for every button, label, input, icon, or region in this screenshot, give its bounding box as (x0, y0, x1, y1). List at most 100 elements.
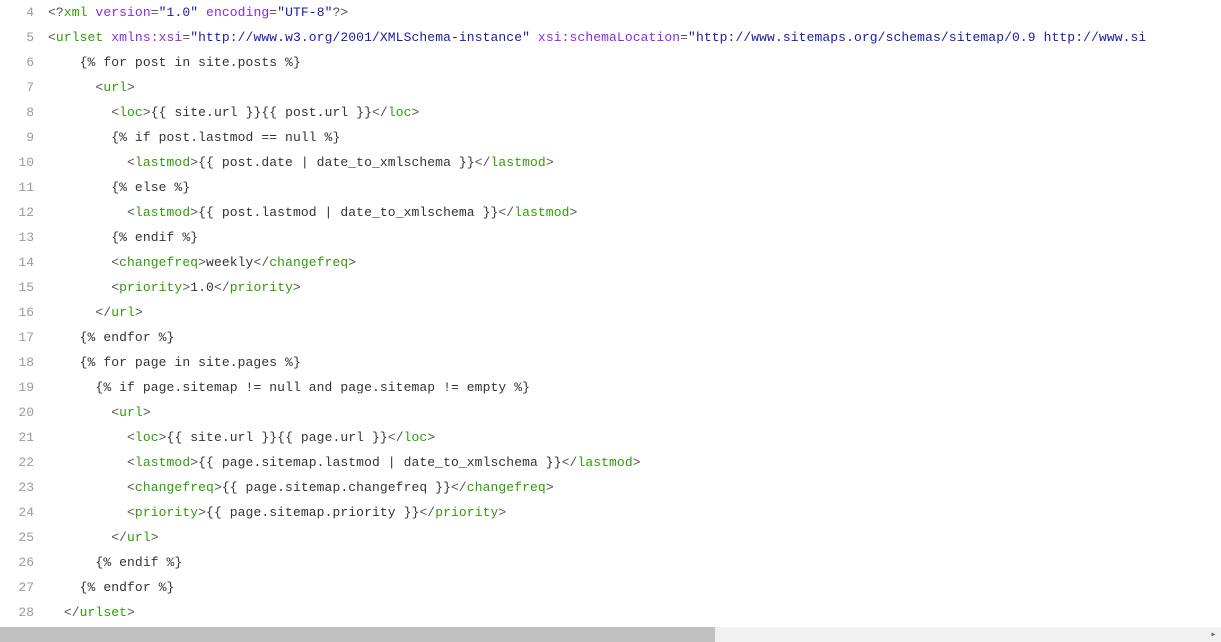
token-punc: < (127, 205, 135, 220)
line-number: 24 (0, 500, 48, 525)
code-line[interactable]: 14 <changefreq>weekly</changefreq> (0, 250, 1206, 275)
code-line[interactable]: 25 </url> (0, 525, 1206, 550)
token-punc: </ (498, 205, 514, 220)
token-punc: > (633, 455, 641, 470)
horizontal-scrollbar-thumb[interactable] (0, 627, 715, 642)
code-content[interactable]: {% for page in site.pages %} (48, 350, 1206, 375)
code-line[interactable]: 26 {% endif %} (0, 550, 1206, 575)
code-line[interactable]: 18 {% for page in site.pages %} (0, 350, 1206, 375)
code-content[interactable]: <urlset xmlns:xsi="http://www.w3.org/200… (48, 25, 1206, 50)
code-content[interactable]: <?xml version="1.0" encoding="UTF-8"?> (48, 0, 1206, 25)
token-text: {% else %} (111, 180, 190, 195)
code-line[interactable]: 28 </urlset> (0, 600, 1206, 625)
scroll-right-arrow-icon[interactable]: ▸ (1206, 627, 1221, 642)
indent (48, 430, 127, 445)
code-content[interactable]: {% else %} (48, 175, 1206, 200)
code-content[interactable]: </url> (48, 300, 1206, 325)
line-number: 4 (0, 0, 48, 25)
line-number: 22 (0, 450, 48, 475)
code-editor[interactable]: 4<?xml version="1.0" encoding="UTF-8"?>5… (0, 0, 1206, 627)
code-content[interactable]: <loc>{{ site.url }}{{ page.url }}</loc> (48, 425, 1206, 450)
code-line[interactable]: 9 {% if post.lastmod == null %} (0, 125, 1206, 150)
token-punc: </ (451, 480, 467, 495)
token-attr: xmlns:xsi (111, 30, 182, 45)
token-tag: priority (230, 280, 293, 295)
indent (48, 580, 80, 595)
horizontal-scrollbar-track[interactable] (0, 627, 1206, 642)
line-number: 23 (0, 475, 48, 500)
code-line[interactable]: 4<?xml version="1.0" encoding="UTF-8"?> (0, 0, 1206, 25)
token-punc: > (348, 255, 356, 270)
code-content[interactable]: {% endfor %} (48, 325, 1206, 350)
line-number: 21 (0, 425, 48, 450)
code-line[interactable]: 12 <lastmod>{{ post.lastmod | date_to_xm… (0, 200, 1206, 225)
code-line[interactable]: 7 <url> (0, 75, 1206, 100)
code-line[interactable]: 8 <loc>{{ site.url }}{{ post.url }}</loc… (0, 100, 1206, 125)
token-tag: urlset (80, 605, 127, 620)
token-tag: urlset (56, 30, 111, 45)
token-tag: loc (119, 105, 143, 120)
code-line[interactable]: 16 </url> (0, 300, 1206, 325)
code-content[interactable]: <loc>{{ site.url }}{{ post.url }}</loc> (48, 100, 1206, 125)
token-text: {% endfor %} (80, 580, 175, 595)
code-content[interactable]: {% endif %} (48, 225, 1206, 250)
indent (48, 405, 111, 420)
token-tag: url (103, 80, 127, 95)
code-content[interactable]: {% endfor %} (48, 575, 1206, 600)
token-text: {% if page.sitemap != null and page.site… (95, 380, 530, 395)
indent (48, 180, 111, 195)
code-line[interactable]: 23 <changefreq>{{ page.sitemap.changefre… (0, 475, 1206, 500)
token-text: {% for post in site.posts %} (80, 55, 301, 70)
code-line[interactable]: 19 {% if page.sitemap != null and page.s… (0, 375, 1206, 400)
code-line[interactable]: 6 {% for post in site.posts %} (0, 50, 1206, 75)
token-punc: </ (419, 505, 435, 520)
token-punc: </ (253, 255, 269, 270)
code-content[interactable]: <changefreq>weekly</changefreq> (48, 250, 1206, 275)
line-number: 8 (0, 100, 48, 125)
token-punc: < (127, 155, 135, 170)
code-line[interactable]: 13 {% endif %} (0, 225, 1206, 250)
code-content[interactable]: <url> (48, 75, 1206, 100)
line-number: 7 (0, 75, 48, 100)
code-line[interactable]: 11 {% else %} (0, 175, 1206, 200)
code-content[interactable]: {% if page.sitemap != null and page.site… (48, 375, 1206, 400)
code-content[interactable]: <priority>{{ page.sitemap.priority }}</p… (48, 500, 1206, 525)
code-content[interactable]: </urlset> (48, 600, 1206, 625)
token-punc: > (190, 205, 198, 220)
token-tag: changefreq (467, 480, 546, 495)
code-line[interactable]: 17 {% endfor %} (0, 325, 1206, 350)
token-punc: = (680, 30, 688, 45)
code-content[interactable]: {% endif %} (48, 550, 1206, 575)
token-tag: changefreq (135, 480, 214, 495)
code-line[interactable]: 15 <priority>1.0</priority> (0, 275, 1206, 300)
line-number: 14 (0, 250, 48, 275)
code-line[interactable]: 24 <priority>{{ page.sitemap.priority }}… (0, 500, 1206, 525)
token-punc: > (190, 455, 198, 470)
indent (48, 205, 127, 220)
code-content[interactable]: <lastmod>{{ page.sitemap.lastmod | date_… (48, 450, 1206, 475)
token-text: {% endif %} (95, 555, 182, 570)
code-content[interactable]: {% if post.lastmod == null %} (48, 125, 1206, 150)
code-line[interactable]: 5<urlset xmlns:xsi="http://www.w3.org/20… (0, 25, 1206, 50)
code-content[interactable]: <url> (48, 400, 1206, 425)
token-text: 1.0 (190, 280, 214, 295)
token-punc: </ (64, 605, 80, 620)
code-content[interactable]: <lastmod>{{ post.lastmod | date_to_xmlsc… (48, 200, 1206, 225)
code-content[interactable]: <changefreq>{{ page.sitemap.changefreq }… (48, 475, 1206, 500)
code-content[interactable]: {% for post in site.posts %} (48, 50, 1206, 75)
indent (48, 530, 111, 545)
code-line[interactable]: 20 <url> (0, 400, 1206, 425)
code-line[interactable]: 10 <lastmod>{{ post.date | date_to_xmlsc… (0, 150, 1206, 175)
code-content[interactable]: </url> (48, 525, 1206, 550)
code-line[interactable]: 22 <lastmod>{{ page.sitemap.lastmod | da… (0, 450, 1206, 475)
code-line[interactable]: 21 <loc>{{ site.url }}{{ page.url }}</lo… (0, 425, 1206, 450)
code-line[interactable]: 27 {% endfor %} (0, 575, 1206, 600)
token-punc: > (198, 255, 206, 270)
token-punc: > (190, 155, 198, 170)
code-content[interactable]: <lastmod>{{ post.date | date_to_xmlschem… (48, 150, 1206, 175)
token-text: weekly (206, 255, 253, 270)
token-punc: = (151, 5, 159, 20)
line-number: 16 (0, 300, 48, 325)
token-text: {% endif %} (111, 230, 198, 245)
code-content[interactable]: <priority>1.0</priority> (48, 275, 1206, 300)
